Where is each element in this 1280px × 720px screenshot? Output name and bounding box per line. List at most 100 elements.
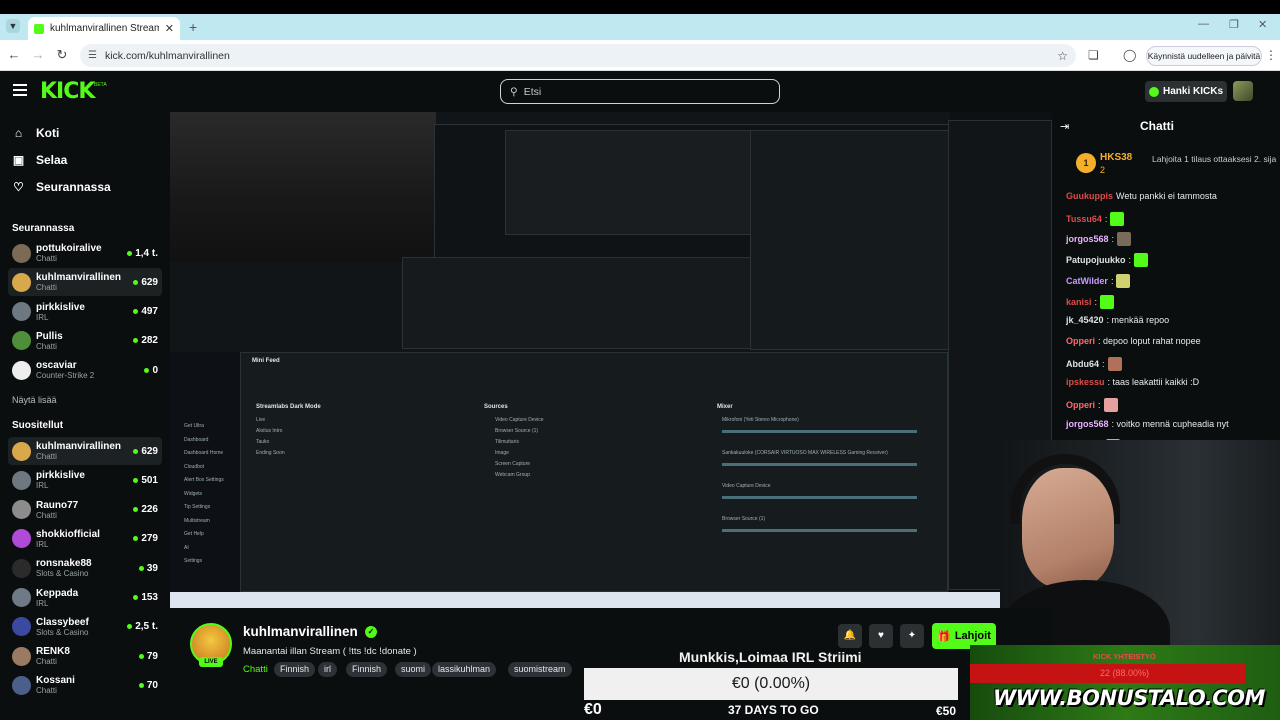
forward-icon[interactable]: → <box>30 47 46 62</box>
overlay-stream-title: Munkkis,Loimaa IRL Striimi <box>679 649 862 665</box>
stream-tag[interactable]: lassikuhlman <box>432 662 497 677</box>
extensions-icon[interactable]: ❏ <box>1088 48 1099 62</box>
search-input[interactable]: ⚲ Etsi <box>500 79 780 104</box>
stream-tag[interactable]: suomistream <box>508 662 572 677</box>
stream-tag[interactable]: suomi <box>395 662 432 677</box>
sidebar-channel-kuhlmanvirallinen[interactable]: kuhlmanvirallinen Chatti 629 <box>8 268 162 297</box>
chat-username[interactable]: jk_45420 <box>1066 315 1104 325</box>
user-avatar[interactable] <box>1233 81 1253 101</box>
chat-text: : <box>1128 255 1132 266</box>
search-placeholder: Etsi <box>523 85 542 98</box>
sidebar-channel-ronsnake88[interactable]: ronsnake88 Slots & Casino 39 <box>8 554 162 582</box>
live-dot-icon <box>127 250 133 256</box>
restart-update-button[interactable]: Käynnistä uudelleen ja päivitä <box>1146 46 1262 66</box>
scenes-title: Streamlabs Dark Mode <box>256 404 321 410</box>
chat-username[interactable]: kanisi <box>1066 297 1092 307</box>
channel-info: Pullis Chatti <box>36 331 133 351</box>
chat-username[interactable]: Patupojuukko <box>1066 255 1126 265</box>
chat-message: jorgos568: <box>1066 232 1132 247</box>
chat-username[interactable]: Opperi <box>1066 336 1095 346</box>
collapse-chat-icon[interactable]: ⇥ <box>1060 120 1069 133</box>
channel-category: Slots & Casino <box>36 569 89 579</box>
browser-menu-icon[interactable]: ⋮ <box>1265 48 1277 62</box>
sidebar-channel-shokkiofficial[interactable]: shokkiofficial IRL 279 <box>8 525 162 553</box>
category-link[interactable]: Chatti <box>243 664 268 675</box>
mixer-item: Video Capture Device <box>722 483 771 489</box>
streamer-name[interactable]: kuhlmanvirallinen <box>243 624 358 639</box>
close-tab-icon[interactable]: ✕ <box>165 22 174 35</box>
tab-search-dropdown[interactable]: ▼ <box>6 19 20 33</box>
minimize-icon[interactable]: — <box>1198 18 1209 30</box>
profile-icon[interactable]: ◯ <box>1123 48 1136 62</box>
channel-category: IRL <box>36 598 49 608</box>
site-info-icon[interactable]: ☰ <box>88 50 97 61</box>
mini-feed-title: Mini Feed <box>252 358 280 364</box>
chat-username[interactable]: CatWilder <box>1066 276 1108 286</box>
nav-home[interactable]: ⌂ Koti <box>12 126 59 140</box>
chat-username[interactable]: jorgos568 <box>1066 234 1109 244</box>
bookmark-star-icon[interactable]: ☆ <box>1057 49 1068 63</box>
pinned-gift-leader: 1 HKS38 2 Lahjoita 1 tilaus ottaaksesi 2… <box>1057 145 1280 183</box>
show-more-link[interactable]: Näytä lisää <box>12 395 57 405</box>
reload-icon[interactable]: ↻ <box>54 47 70 63</box>
chat-username[interactable]: jorgos568 <box>1066 419 1109 429</box>
viewer-count-value: 153 <box>141 592 158 603</box>
windows-taskbar <box>170 592 1052 608</box>
channel-name: pirkkislive <box>36 301 85 313</box>
sidebar-channel-renk8[interactable]: RENK8 Chatti 79 <box>8 642 162 670</box>
browser-tab[interactable]: kuhlmanvirallinen Stream - Wa ✕ <box>28 17 180 40</box>
stream-tag[interactable]: Finnish <box>274 662 316 677</box>
close-window-icon[interactable]: ✕ <box>1258 18 1267 31</box>
studio-menu-item: Get Ultra <box>184 423 205 429</box>
stream-tag[interactable]: Finnish <box>346 662 388 677</box>
chat-username[interactable]: Abdu64 <box>1066 359 1099 369</box>
new-tab-icon[interactable]: + <box>189 19 197 35</box>
notification-bell-icon[interactable]: 🔔 <box>838 624 862 648</box>
sidebar-channel-pottukoiralive[interactable]: pottukoiralive Chatti 1,4 t. <box>8 239 162 267</box>
sidebar-channel-rauno77[interactable]: Rauno77 Chatti 226 <box>8 496 162 524</box>
chat-username[interactable]: ipskessu <box>1066 377 1105 387</box>
back-icon[interactable]: ← <box>6 47 22 62</box>
sidebar-channel-pirkkislive[interactable]: pirkkislive IRL 501 <box>8 466 162 494</box>
sidebar-channel-kuhlmanvirallinen[interactable]: kuhlmanvirallinen Chatti 629 <box>8 437 162 465</box>
chat-username[interactable]: Opperi <box>1066 400 1095 410</box>
channel-avatar <box>12 272 31 292</box>
stream-tag[interactable]: irl <box>318 662 337 677</box>
source-item: Screen Capture <box>495 461 531 467</box>
chat-message: kanisi: <box>1066 294 1115 309</box>
chat-text: : <box>1102 358 1105 369</box>
chat-username[interactable]: Tussu64 <box>1066 214 1102 224</box>
maximize-icon[interactable]: ❐ <box>1229 18 1239 31</box>
chat-username[interactable]: Guukuppis <box>1066 191 1113 201</box>
channel-category: Chatti <box>36 657 57 667</box>
hamburger-menu-icon[interactable] <box>13 84 27 99</box>
chat-text: : <box>1094 296 1098 307</box>
kick-logo[interactable]: KICK <box>40 79 95 104</box>
sidebar-channel-kossani[interactable]: Kossani Chatti 70 <box>8 671 162 699</box>
follow-heart-icon[interactable]: ♥ <box>869 624 893 648</box>
chat-message: jk_45420: menkää repoo <box>1066 315 1169 325</box>
nav-browse-label: Selaa <box>36 153 68 167</box>
goal-target: €50 <box>936 704 957 718</box>
more-actions-icon[interactable]: ✦ <box>900 624 924 648</box>
nav-following[interactable]: ♡ Seurannassa <box>12 180 111 194</box>
channel-info: Classybeef Slots & Casino <box>36 617 127 637</box>
sidebar-channel-classybeef[interactable]: Classybeef Slots & Casino 2,5 t. <box>8 613 162 641</box>
studio-menu-item: Multistream <box>184 517 210 524</box>
sidebar-channel-pullis[interactable]: Pullis Chatti 282 <box>8 327 162 355</box>
nav-browse[interactable]: ▣ Selaa <box>12 153 68 167</box>
get-kicks-button[interactable]: Hanki KICKs <box>1145 81 1227 102</box>
chat-message: Abdu64: <box>1066 356 1122 371</box>
url-field[interactable]: ☰ kick.com/kuhlmanvirallinen ☆ <box>80 44 1076 67</box>
sidebar-channel-keppada[interactable]: Keppada IRL 153 <box>8 584 162 612</box>
viewer-count-value: 226 <box>141 504 158 516</box>
video-player[interactable]: Mini Feed Streamlabs Dark Mode Sources M… <box>170 112 1052 608</box>
sidebar-channel-pirkkislive[interactable]: pirkkislive IRL 497 <box>8 298 162 326</box>
channel-category: IRL <box>36 312 49 322</box>
studio-menu-item: Tip Settings <box>184 504 211 510</box>
sidebar-channel-oscaviar[interactable]: oscaviar Counter-Strike 2 0 <box>8 356 162 384</box>
channel-info: pirkkislive IRL <box>36 470 133 490</box>
studio-menu-item: Widgets <box>184 490 203 497</box>
viewer-count-value: 2,5 t. <box>135 621 158 633</box>
kicks-coin-icon <box>1148 86 1159 97</box>
